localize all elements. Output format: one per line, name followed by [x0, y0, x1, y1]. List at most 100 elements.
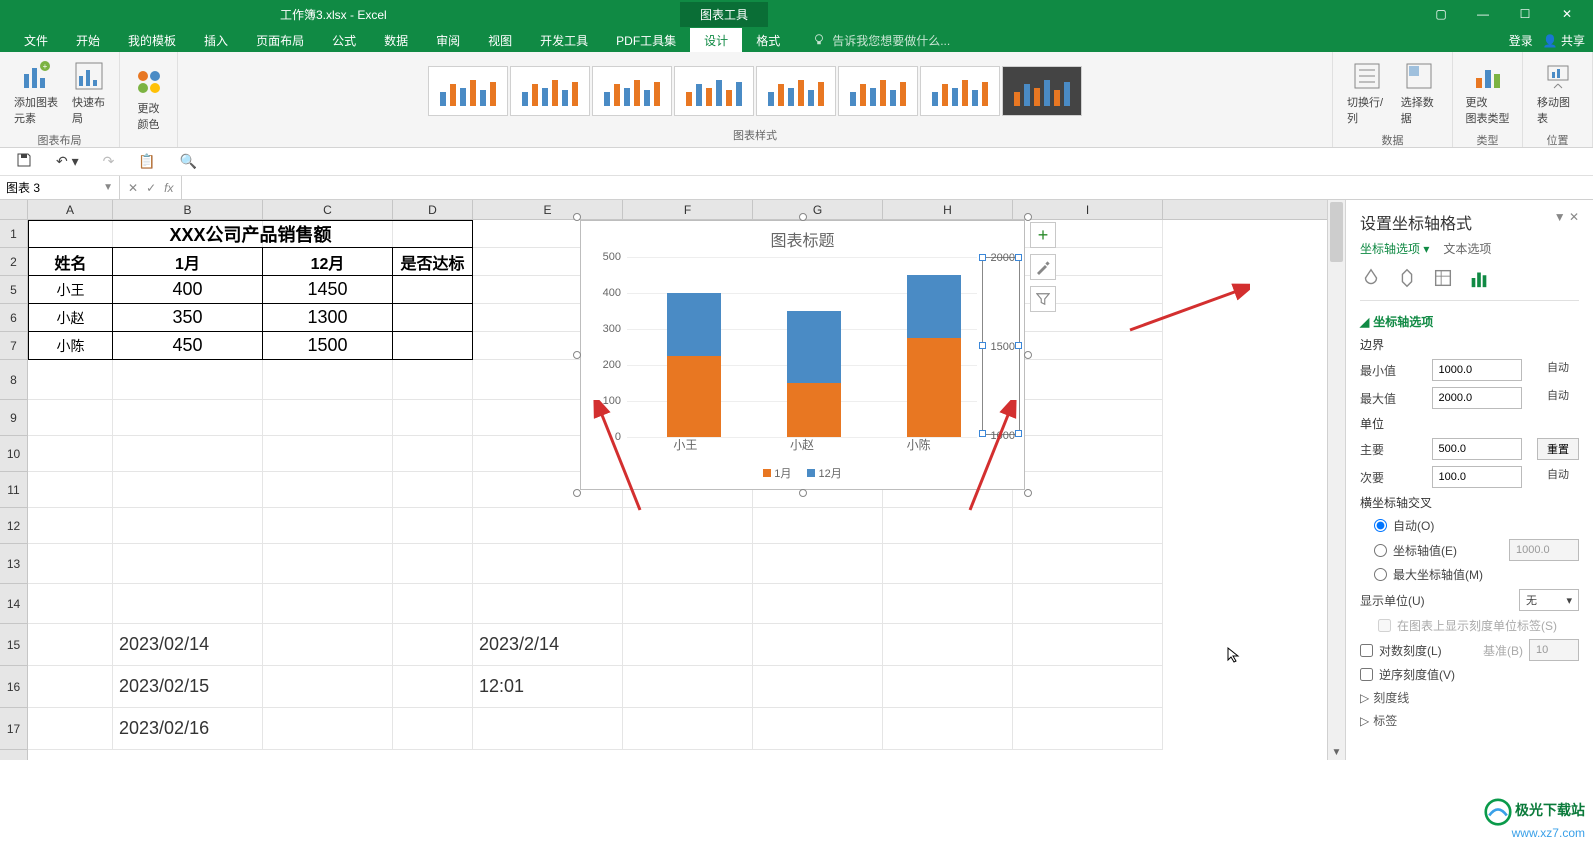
cell-I11[interactable] [1013, 472, 1163, 508]
cell-G13[interactable] [753, 544, 883, 584]
cell-E14[interactable] [473, 584, 623, 624]
cell-H17[interactable] [883, 708, 1013, 750]
cell-C13[interactable] [263, 544, 393, 584]
chart-style-4[interactable] [674, 66, 754, 116]
ribbon-display-options[interactable]: ▢ [1421, 4, 1461, 24]
cell-B7[interactable]: 450 [113, 332, 263, 360]
cell-I15[interactable] [1013, 624, 1163, 666]
axis-options-tab[interactable]: 坐标轴选项 ▾ [1360, 240, 1429, 257]
row-header-17[interactable]: 17 [0, 708, 27, 750]
col-header-E[interactable]: E [473, 200, 623, 219]
row-header-10[interactable]: 10 [0, 436, 27, 472]
chart-style-3[interactable] [592, 66, 672, 116]
switch-row-col-button[interactable]: 切换行/列 [1343, 56, 1391, 130]
row-header-8[interactable]: 8 [0, 360, 27, 400]
cell-G16[interactable] [753, 666, 883, 708]
row-header-15[interactable]: 15 [0, 624, 27, 666]
cell-F15[interactable] [623, 624, 753, 666]
cell-I9[interactable] [1013, 400, 1163, 436]
row-header-14[interactable]: 14 [0, 584, 27, 624]
cell-E17[interactable] [473, 708, 623, 750]
cell-C15[interactable] [263, 624, 393, 666]
cell-A12[interactable] [28, 508, 113, 544]
cell-D5[interactable] [393, 276, 473, 304]
cell-D13[interactable] [393, 544, 473, 584]
move-chart-button[interactable]: 移动图表 [1533, 56, 1582, 130]
vertical-scrollbar[interactable]: ▲ ▼ [1327, 200, 1345, 760]
cell-A11[interactable] [28, 472, 113, 508]
row-header-7[interactable]: 7 [0, 332, 27, 360]
cell-A8[interactable] [28, 360, 113, 400]
cell-C16[interactable] [263, 666, 393, 708]
cell-A16[interactable] [28, 666, 113, 708]
cell-A15[interactable] [28, 624, 113, 666]
cell-H13[interactable] [883, 544, 1013, 584]
reverse-order-check[interactable] [1360, 668, 1373, 681]
ribbon-tab-9[interactable]: 开发工具 [526, 28, 602, 52]
cell-A9[interactable] [28, 400, 113, 436]
axis-options-icon[interactable] [1468, 267, 1490, 292]
axis-options-section[interactable]: ◢ 坐标轴选项 [1360, 313, 1579, 330]
cell-B15[interactable]: 2023/02/14 [113, 624, 263, 666]
cell-C6[interactable]: 1300 [263, 304, 393, 332]
save-button[interactable] [12, 150, 36, 173]
row-header-11[interactable]: 11 [0, 472, 27, 508]
col-header-F[interactable]: F [623, 200, 753, 219]
cell-F13[interactable] [623, 544, 753, 584]
minimize-button[interactable]: — [1463, 4, 1503, 24]
cell-I7[interactable] [1013, 332, 1163, 360]
cell-B8[interactable] [113, 360, 263, 400]
chart-style-7[interactable] [920, 66, 1000, 116]
cell-I16[interactable] [1013, 666, 1163, 708]
name-box-dropdown-icon[interactable]: ▼ [103, 182, 113, 193]
col-header-D[interactable]: D [393, 200, 473, 219]
cell-C10[interactable] [263, 436, 393, 472]
cell-E13[interactable] [473, 544, 623, 584]
redo-button[interactable]: ↷ [99, 151, 119, 172]
cell-A13[interactable] [28, 544, 113, 584]
chart-style-5[interactable] [756, 66, 836, 116]
col-header-C[interactable]: C [263, 200, 393, 219]
cell-C7[interactable]: 1500 [263, 332, 393, 360]
login-link[interactable]: 登录 [1509, 32, 1533, 49]
qat-button-2[interactable]: 🔍 [176, 151, 201, 172]
row-header-6[interactable]: 6 [0, 304, 27, 332]
cell-G14[interactable] [753, 584, 883, 624]
plot-area[interactable] [627, 257, 977, 437]
cell-I13[interactable] [1013, 544, 1163, 584]
effects-icon[interactable] [1396, 267, 1418, 292]
change-colors-button[interactable]: 更改 颜色 [129, 62, 169, 136]
cell-D7[interactable] [393, 332, 473, 360]
ticks-section[interactable]: ▷ 刻度线 [1360, 689, 1579, 706]
chart-title[interactable]: 图表标题 [581, 221, 1024, 251]
share-button[interactable]: 👤 共享 [1543, 32, 1585, 49]
chart-object[interactable]: 图表标题 0100200300400500 小王小赵小陈 1月 12月 1000… [580, 220, 1025, 490]
ribbon-tab-10[interactable]: PDF工具集 [602, 28, 690, 52]
close-button[interactable]: ✕ [1547, 4, 1587, 24]
cancel-formula-icon[interactable]: ✕ [128, 181, 138, 195]
cell-B12[interactable] [113, 508, 263, 544]
qat-button-1[interactable]: 📋 [134, 151, 159, 172]
add-chart-element-button[interactable]: + 添加图表 元素 [10, 56, 62, 130]
chart-elements-button[interactable]: + [1030, 222, 1056, 248]
fill-line-icon[interactable] [1360, 267, 1382, 292]
cell-A17[interactable] [28, 708, 113, 750]
row-header-16[interactable]: 16 [0, 666, 27, 708]
row-header-1[interactable]: 1 [0, 220, 27, 248]
cell-H16[interactable] [883, 666, 1013, 708]
enter-formula-icon[interactable]: ✓ [146, 181, 156, 195]
minor-unit-input[interactable] [1432, 466, 1522, 488]
cell-B6[interactable]: 350 [113, 304, 263, 332]
cross-value-radio[interactable] [1374, 544, 1387, 557]
cell-E15[interactable]: 2023/2/14 [473, 624, 623, 666]
col-header-I[interactable]: I [1013, 200, 1163, 219]
cell-B9[interactable] [113, 400, 263, 436]
cell-B2[interactable]: 1月 [113, 248, 263, 276]
cell-D9[interactable] [393, 400, 473, 436]
min-value-input[interactable] [1432, 359, 1522, 381]
quick-layout-button[interactable]: 快速布局 [68, 56, 109, 130]
cell-B10[interactable] [113, 436, 263, 472]
cell-I17[interactable] [1013, 708, 1163, 750]
labels-section[interactable]: ▷ 标签 [1360, 712, 1579, 729]
cell-I14[interactable] [1013, 584, 1163, 624]
